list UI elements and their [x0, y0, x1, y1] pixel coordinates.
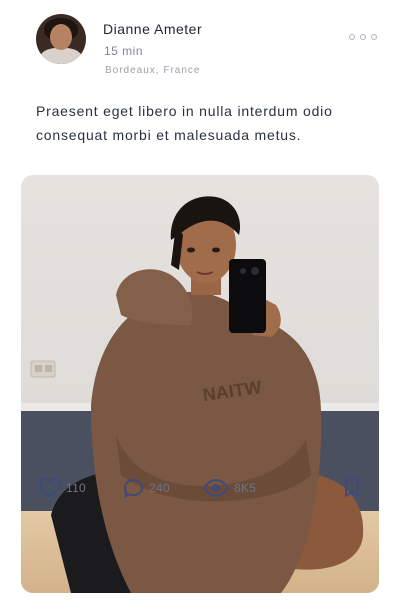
- like-count: 110: [66, 481, 87, 495]
- feed-post: Dianne Ameter 15 min Bordeaux, France Pr…: [0, 0, 400, 616]
- views-count: 8K5: [234, 481, 257, 495]
- comment-count: 240: [149, 481, 170, 495]
- post-caption: Praesent eget libero in nulla interdum o…: [36, 103, 333, 143]
- eye-icon: [203, 479, 229, 497]
- bookmark-icon: [345, 479, 359, 497]
- more-horizontal-icon: [349, 34, 355, 40]
- more-options-button[interactable]: [349, 31, 377, 43]
- comment-button[interactable]: 240: [123, 476, 170, 500]
- author-name[interactable]: Dianne Ameter: [103, 21, 202, 37]
- post-header: Dianne Ameter 15 min Bordeaux, France: [36, 14, 377, 78]
- heart-icon: [39, 478, 61, 497]
- post-location: Bordeaux, France: [105, 65, 201, 76]
- bookmark-button[interactable]: [344, 476, 360, 500]
- avatar-face: [50, 24, 72, 50]
- post-photo-illustration: NAITW: [21, 175, 379, 593]
- more-horizontal-icon: [360, 34, 366, 40]
- like-button[interactable]: 110: [39, 476, 86, 500]
- comment-bubble-icon: [124, 478, 143, 498]
- views-indicator[interactable]: 8K5: [203, 476, 256, 500]
- author-avatar[interactable]: [36, 14, 86, 64]
- more-horizontal-icon: [371, 34, 377, 40]
- post-actions: 110 240 8K5: [21, 476, 379, 500]
- post-time: 15 min: [104, 44, 144, 58]
- post-photo[interactable]: NAITW: [21, 175, 379, 593]
- avatar-body: [40, 48, 82, 64]
